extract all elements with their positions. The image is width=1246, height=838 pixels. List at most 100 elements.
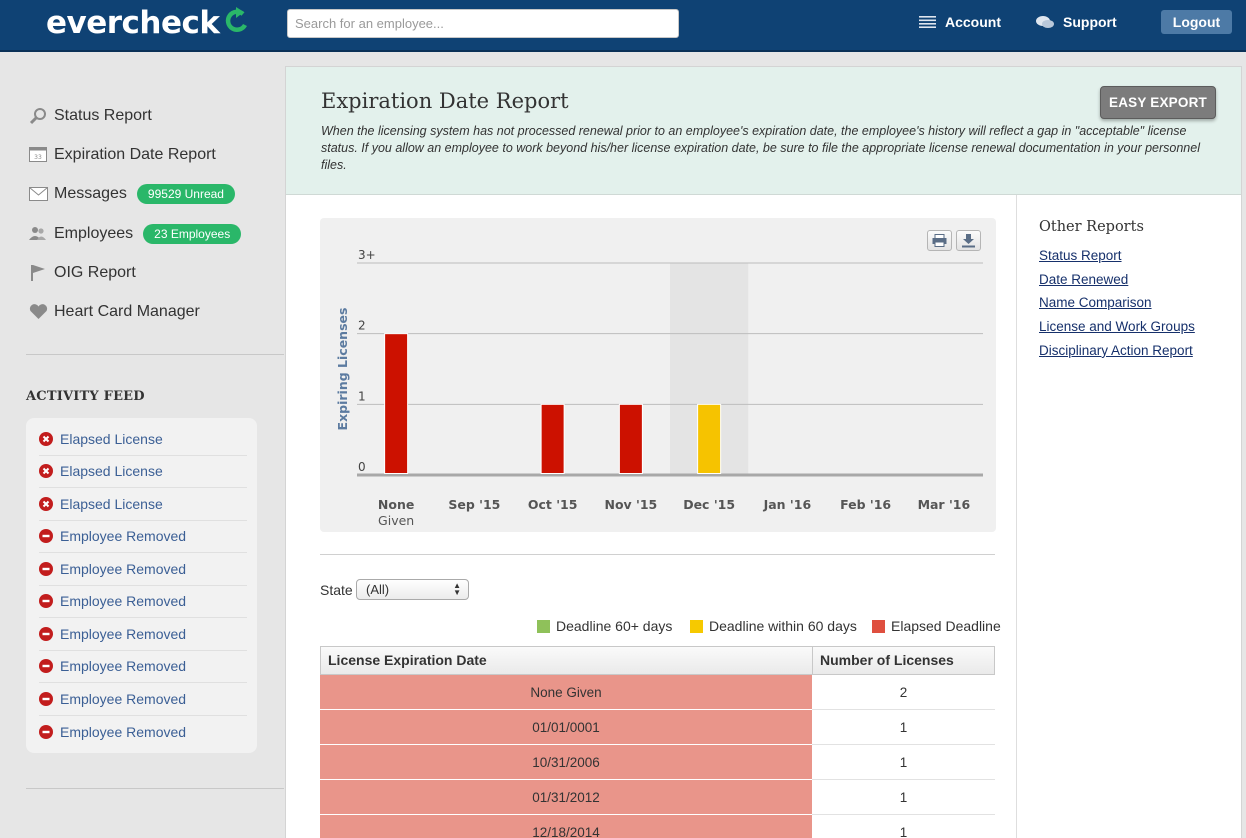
column-header-expiration-date[interactable]: License Expiration Date <box>321 647 813 674</box>
support-label: Support <box>1063 14 1117 30</box>
y-axis-title: Expiring Licenses <box>335 308 350 431</box>
menu-lines-icon <box>919 16 936 28</box>
activity-feed-item[interactable]: Employee Removed <box>39 618 247 651</box>
select-arrows-icon: ▲ ▼ <box>453 581 461 597</box>
logo[interactable]: evercheck <box>46 5 250 41</box>
minus-circle-icon <box>39 561 53 576</box>
report-header: Expiration Date Report When the licensin… <box>286 67 1241 195</box>
sidebar-item-label: Messages <box>54 185 127 203</box>
x-tick-label: Jan '16 <box>763 497 812 512</box>
easy-export-button[interactable]: EASY EXPORT <box>1100 86 1216 119</box>
bar <box>618 403 643 474</box>
table-row[interactable]: 01/31/2012 1 <box>320 780 995 815</box>
chart-download-button[interactable] <box>956 230 981 251</box>
sidebar-item-expiration-date-report[interactable]: 33 Expiration Date Report <box>28 135 241 174</box>
chart-divider <box>320 554 995 555</box>
error-x-icon <box>39 431 53 446</box>
support-menu[interactable]: Support <box>1036 14 1117 30</box>
activity-feed-item[interactable]: Employee Removed <box>39 651 247 683</box>
sidebar-item-label: OIG Report <box>54 263 136 281</box>
legend-swatch-red <box>872 619 885 633</box>
license-count-cell: 1 <box>812 745 995 780</box>
bar <box>540 403 565 474</box>
report-link-name-comparison[interactable]: Name Comparison <box>1039 295 1195 319</box>
calendar-icon-text: 33 <box>34 154 42 161</box>
table-row[interactable]: 12/18/2014 1 <box>320 815 995 838</box>
people-icon <box>28 225 48 243</box>
y-tick-label: 3+ <box>358 248 376 262</box>
legend-swatch-green <box>537 619 550 633</box>
sidebar-item-messages[interactable]: Messages 99529 Unread <box>28 175 241 214</box>
report-link-date-renewed[interactable]: Date Renewed <box>1039 272 1195 296</box>
minus-circle-icon <box>39 529 53 544</box>
table-header: License Expiration Date Number of Licens… <box>320 646 995 675</box>
legend-label: Elapsed Deadline <box>891 618 1001 634</box>
account-label: Account <box>945 14 1001 30</box>
licenses-table: License Expiration Date Number of Licens… <box>320 646 995 838</box>
activity-feed-item[interactable]: Elapsed License <box>39 488 247 521</box>
report-link-license-work-groups[interactable]: License and Work Groups <box>1039 319 1195 343</box>
activity-feed-item[interactable]: Employee Removed <box>39 683 247 716</box>
x-tick-label: Oct '15 <box>528 497 578 512</box>
column-divider <box>1016 195 1017 838</box>
activity-feed-label: Elapsed License <box>60 430 163 447</box>
sidebar-item-label: Status Report <box>54 106 152 124</box>
license-count-cell: 1 <box>812 710 995 745</box>
report-link-status-report[interactable]: Status Report <box>1039 248 1195 272</box>
top-bar: evercheck Account Support Logout <box>0 0 1246 52</box>
activity-feed-item[interactable]: Employee Removed <box>39 716 247 749</box>
column-header-number-of-licenses[interactable]: Number of Licenses <box>813 647 994 674</box>
sidebar-item-heart-card-manager[interactable]: Heart Card Manager <box>28 292 241 331</box>
minus-circle-icon <box>39 691 53 706</box>
table-row[interactable]: 01/01/0001 1 <box>320 710 995 745</box>
sidebar-item-status-report[interactable]: Status Report <box>28 96 241 135</box>
activity-feed-label: Employee Removed <box>60 528 187 545</box>
x-tick-label: Mar '16 <box>918 497 971 512</box>
chat-bubbles-icon <box>1036 16 1054 28</box>
table-row[interactable]: None Given 2 <box>320 675 995 710</box>
minus-circle-icon <box>39 724 53 739</box>
license-count-cell: 2 <box>812 675 995 710</box>
chart-print-button[interactable] <box>927 230 952 251</box>
x-tick-label: Sep '15 <box>448 497 500 512</box>
page-description: When the licensing system has not proces… <box>321 124 1200 172</box>
logo-text: evercheck <box>46 5 220 41</box>
legend-item: Deadline 60+ days <box>537 618 672 634</box>
expiration-date-cell: 12/18/2014 <box>320 815 812 838</box>
activity-feed-label: Employee Removed <box>60 625 187 642</box>
table-row[interactable]: 10/31/2006 1 <box>320 745 995 780</box>
main-panel: Expiration Date Report When the licensin… <box>285 66 1242 838</box>
legend-item: Deadline within 60 days <box>690 618 857 634</box>
state-select[interactable]: (All) ▲ ▼ <box>356 579 469 600</box>
printer-icon <box>932 234 947 247</box>
state-select-value: (All) <box>366 582 390 597</box>
other-reports-title: Other Reports <box>1039 219 1144 235</box>
employee-search-input[interactable] <box>287 9 679 38</box>
x-tick-label: Dec '15 <box>683 497 735 512</box>
activity-feed-item[interactable]: Employee Removed <box>39 553 247 586</box>
activity-feed-label: Employee Removed <box>60 690 187 707</box>
activity-feed-item[interactable]: Elapsed License <box>39 456 247 488</box>
sidebar-item-oig-report[interactable]: OIG Report <box>28 253 241 292</box>
activity-feed-item[interactable]: Employee Removed <box>39 521 247 553</box>
logout-button[interactable]: Logout <box>1161 10 1232 34</box>
y-tick-label: 0 <box>358 460 366 474</box>
x-tick-label: Feb '16 <box>840 497 891 512</box>
activity-feed-item[interactable]: Employee Removed <box>39 586 247 618</box>
report-link-disciplinary-action[interactable]: Disciplinary Action Report <box>1039 343 1195 367</box>
activity-feed-label: Elapsed License <box>60 463 163 480</box>
expiration-date-cell: 01/01/0001 <box>320 710 812 745</box>
activity-feed: Elapsed License Elapsed License Elapsed … <box>26 418 257 753</box>
activity-feed-title: ACTIVITY FEED <box>26 389 145 404</box>
minus-circle-icon <box>39 659 53 674</box>
chart-canvas: 0 1 2 3+ Expiring Licenses None Given Sep '15 Oc… <box>335 248 983 528</box>
expiration-chart: 0 1 2 3+ Expiring Licenses None Given Sep '15 Oc… <box>320 218 996 532</box>
error-x-icon <box>39 464 53 479</box>
activity-feed-item[interactable]: Elapsed License <box>39 423 247 456</box>
legend-label: Deadline 60+ days <box>556 618 673 634</box>
sidebar-item-employees[interactable]: Employees 23 Employees <box>28 214 242 253</box>
bar <box>384 333 409 474</box>
account-menu[interactable]: Account <box>919 14 1001 30</box>
x-tick-label: Nov '15 <box>604 497 657 512</box>
license-count-cell: 1 <box>812 815 995 838</box>
